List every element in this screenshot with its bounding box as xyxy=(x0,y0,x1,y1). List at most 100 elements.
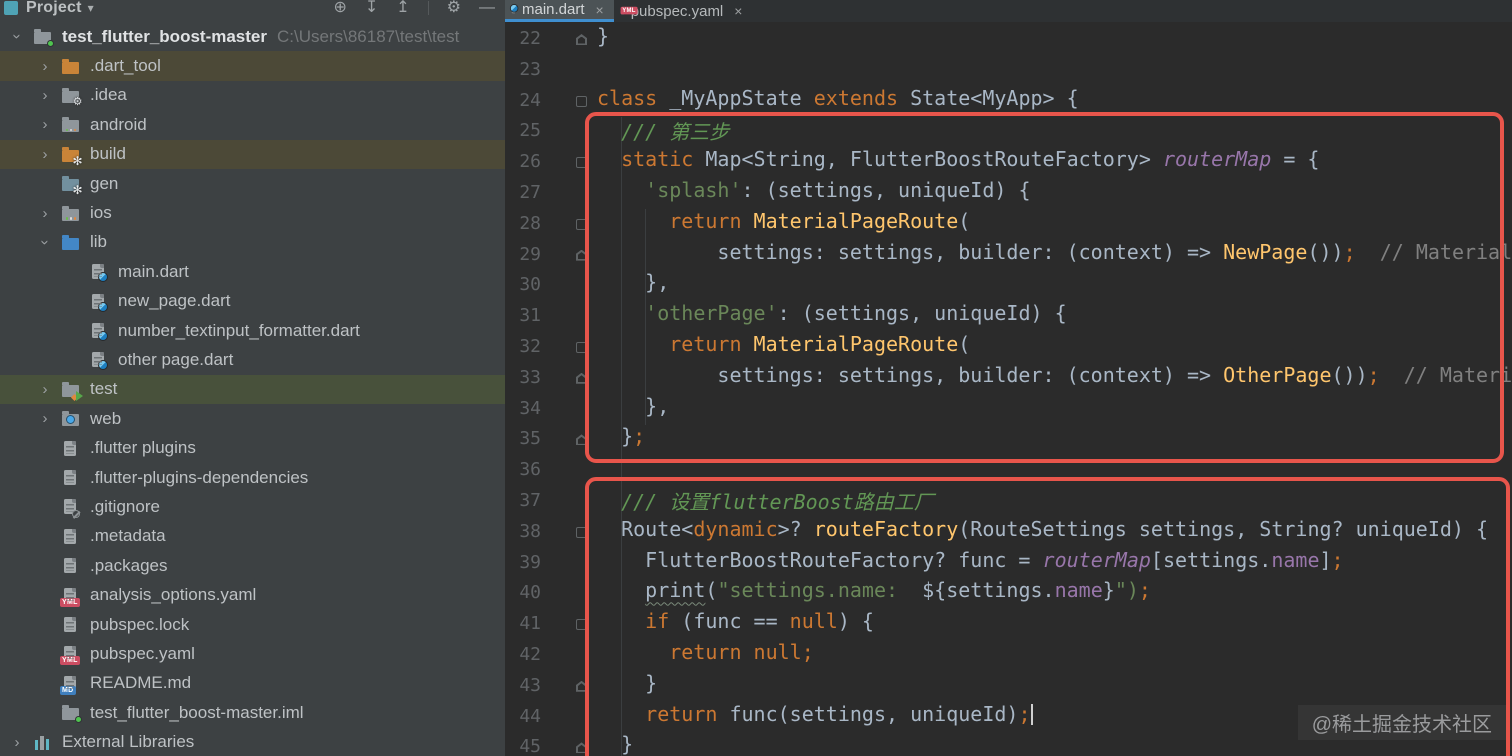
tree-item-test-flutter-boost-master-iml[interactable]: test_flutter_boost-master.iml xyxy=(0,698,505,727)
tree-item--gitignore[interactable]: .gitignore xyxy=(0,492,505,521)
line-number[interactable]: 35 xyxy=(505,428,541,449)
code-line[interactable]: 35 }; xyxy=(505,424,1512,455)
tree-item-analysis-options-yaml[interactable]: YML analysis_options.yaml xyxy=(0,580,505,609)
tree-item--metadata[interactable]: .metadata xyxy=(0,522,505,551)
line-number[interactable]: 26 xyxy=(505,151,541,172)
line-number[interactable]: 29 xyxy=(505,244,541,265)
chevron-collapsed-icon[interactable]: › xyxy=(32,116,58,133)
fold-region-start-icon[interactable] xyxy=(576,218,587,230)
tab-main-dart[interactable]: main.dart × xyxy=(505,0,614,22)
chevron-collapsed-icon[interactable]: › xyxy=(32,410,58,427)
code-line[interactable]: 31 'otherPage': (settings, uniqueId) { xyxy=(505,301,1512,332)
chevron-expanded-icon[interactable]: › xyxy=(9,24,26,50)
tree-item-other-page-dart[interactable]: other page.dart xyxy=(0,345,505,374)
code-line[interactable]: 27 'splash': (settings, uniqueId) { xyxy=(505,178,1512,209)
tree-item--idea[interactable]: › ⚙ .idea xyxy=(0,81,505,110)
fold-region-end-icon[interactable] xyxy=(576,372,587,384)
line-number[interactable]: 31 xyxy=(505,305,541,326)
tree-item--flutter-plugins-dependencies[interactable]: .flutter-plugins-dependencies xyxy=(0,463,505,492)
tree-item-main-dart[interactable]: main.dart xyxy=(0,257,505,286)
line-number[interactable]: 44 xyxy=(505,706,541,727)
close-icon[interactable]: × xyxy=(596,2,604,18)
code-line[interactable]: 25 /// 第三步 xyxy=(505,116,1512,147)
chevron-collapsed-icon[interactable]: › xyxy=(4,734,30,751)
line-number[interactable]: 32 xyxy=(505,336,541,357)
chevron-collapsed-icon[interactable]: › xyxy=(32,146,58,163)
code-line[interactable]: 34 }, xyxy=(505,394,1512,425)
close-icon[interactable]: × xyxy=(734,3,742,19)
tree-item-build[interactable]: › ✻ build xyxy=(0,139,505,169)
code-line[interactable]: 28 return MaterialPageRoute( xyxy=(505,209,1512,240)
line-number[interactable]: 40 xyxy=(505,582,541,603)
tree-item-readme-md[interactable]: MD README.md xyxy=(0,669,505,698)
code-line[interactable]: 22} xyxy=(505,24,1512,55)
tree-item--flutter-plugins[interactable]: .flutter plugins xyxy=(0,433,505,462)
code-line[interactable]: 23 xyxy=(505,55,1512,86)
code-line[interactable]: 26 static Map<String, FlutterBoostRouteF… xyxy=(505,147,1512,178)
chevron-collapsed-icon[interactable]: › xyxy=(32,87,58,104)
tree-item-new-page-dart[interactable]: new_page.dart xyxy=(0,287,505,316)
line-number[interactable]: 22 xyxy=(505,28,541,49)
fold-region-start-icon[interactable] xyxy=(576,526,587,538)
chevron-collapsed-icon[interactable]: › xyxy=(32,381,58,398)
code-line[interactable]: 36 xyxy=(505,455,1512,486)
fold-region-end-icon[interactable] xyxy=(576,249,587,261)
tree-item-ios[interactable]: › ios xyxy=(0,198,505,227)
line-number[interactable]: 34 xyxy=(505,398,541,419)
tree-item-lib[interactable]: › lib xyxy=(0,228,505,257)
tree-item-pubspec-lock[interactable]: pubspec.lock xyxy=(0,610,505,639)
tree-item-pubspec-yaml[interactable]: YML pubspec.yaml xyxy=(0,639,505,668)
chevron-collapsed-icon[interactable]: › xyxy=(32,205,58,222)
tree-item-test-flutter-boost-master[interactable]: › test_flutter_boost-master C:\Users\86187… xyxy=(0,22,505,51)
tree-item-external-libraries[interactable]: › External Libraries xyxy=(0,727,505,756)
tree-item--dart-tool[interactable]: › .dart_tool xyxy=(0,51,505,81)
code-line[interactable]: 38 Route<dynamic>? routeFactory(RouteSet… xyxy=(505,517,1512,548)
code-line[interactable]: 41 if (func == null) { xyxy=(505,609,1512,640)
line-number[interactable]: 37 xyxy=(505,490,541,511)
code-line[interactable]: 43 } xyxy=(505,671,1512,702)
tree-item-test[interactable]: › test xyxy=(0,374,505,405)
fold-region-start-icon[interactable] xyxy=(576,95,587,107)
tree-item-gen[interactable]: ✻ gen xyxy=(0,169,505,198)
fold-region-start-icon[interactable] xyxy=(576,342,587,353)
hide-panel-icon[interactable]: — xyxy=(479,0,495,16)
expand-all-icon[interactable]: ↧ xyxy=(365,0,378,16)
line-number[interactable]: 39 xyxy=(505,552,541,573)
line-number[interactable]: 41 xyxy=(505,613,541,634)
line-number[interactable]: 30 xyxy=(505,274,541,295)
line-number[interactable]: 24 xyxy=(505,90,541,111)
chevron-collapsed-icon[interactable]: › xyxy=(32,58,58,75)
line-number[interactable]: 42 xyxy=(505,644,541,665)
line-number[interactable]: 33 xyxy=(505,367,541,388)
code-line[interactable]: 37 /// 设置flutterBoost路由工厂 xyxy=(505,486,1512,517)
collapse-all-icon[interactable]: ↥ xyxy=(396,0,409,16)
code-line[interactable]: 29 settings: settings, builder: (context… xyxy=(505,240,1512,271)
fold-region-end-icon[interactable] xyxy=(576,680,587,692)
fold-region-start-icon[interactable] xyxy=(576,619,587,631)
line-number[interactable]: 23 xyxy=(505,59,541,80)
line-number[interactable]: 28 xyxy=(505,213,541,234)
tree-item-android[interactable]: › android xyxy=(0,110,505,139)
tree-item--packages[interactable]: .packages xyxy=(0,551,505,580)
code-line[interactable]: 30 }, xyxy=(505,270,1512,301)
code-line[interactable]: 33 settings: settings, builder: (context… xyxy=(505,363,1512,394)
code-line[interactable]: 40 print("settings.name: ${settings.name… xyxy=(505,578,1512,609)
line-number[interactable]: 27 xyxy=(505,182,541,203)
line-number[interactable]: 25 xyxy=(505,120,541,141)
locate-target-icon[interactable]: ⊕ xyxy=(333,0,346,16)
line-number[interactable]: 45 xyxy=(505,736,541,756)
fold-region-start-icon[interactable] xyxy=(576,157,587,169)
code-line[interactable]: 39 FlutterBoostRouteFactory? func = rout… xyxy=(505,548,1512,579)
tab-pubspec-yaml[interactable]: YML pubspec.yaml × xyxy=(614,0,753,22)
code-line[interactable]: 24 class _MyAppState extends State<MyApp>… xyxy=(505,86,1512,117)
fold-region-end-icon[interactable] xyxy=(576,742,587,754)
code-line[interactable]: 42 return null; xyxy=(505,640,1512,671)
fold-region-end-icon[interactable] xyxy=(576,434,587,446)
line-number[interactable]: 43 xyxy=(505,675,541,696)
line-number[interactable]: 38 xyxy=(505,521,541,542)
settings-gear-icon[interactable]: ⚙ xyxy=(447,0,461,16)
code-line[interactable]: 32 return MaterialPageRoute( xyxy=(505,332,1512,363)
chevron-expanded-icon[interactable]: › xyxy=(37,229,54,255)
tree-item-number-textinput-formatter-dart[interactable]: number_textinput_formatter.dart xyxy=(0,316,505,345)
tree-item-web[interactable]: › web xyxy=(0,404,505,433)
